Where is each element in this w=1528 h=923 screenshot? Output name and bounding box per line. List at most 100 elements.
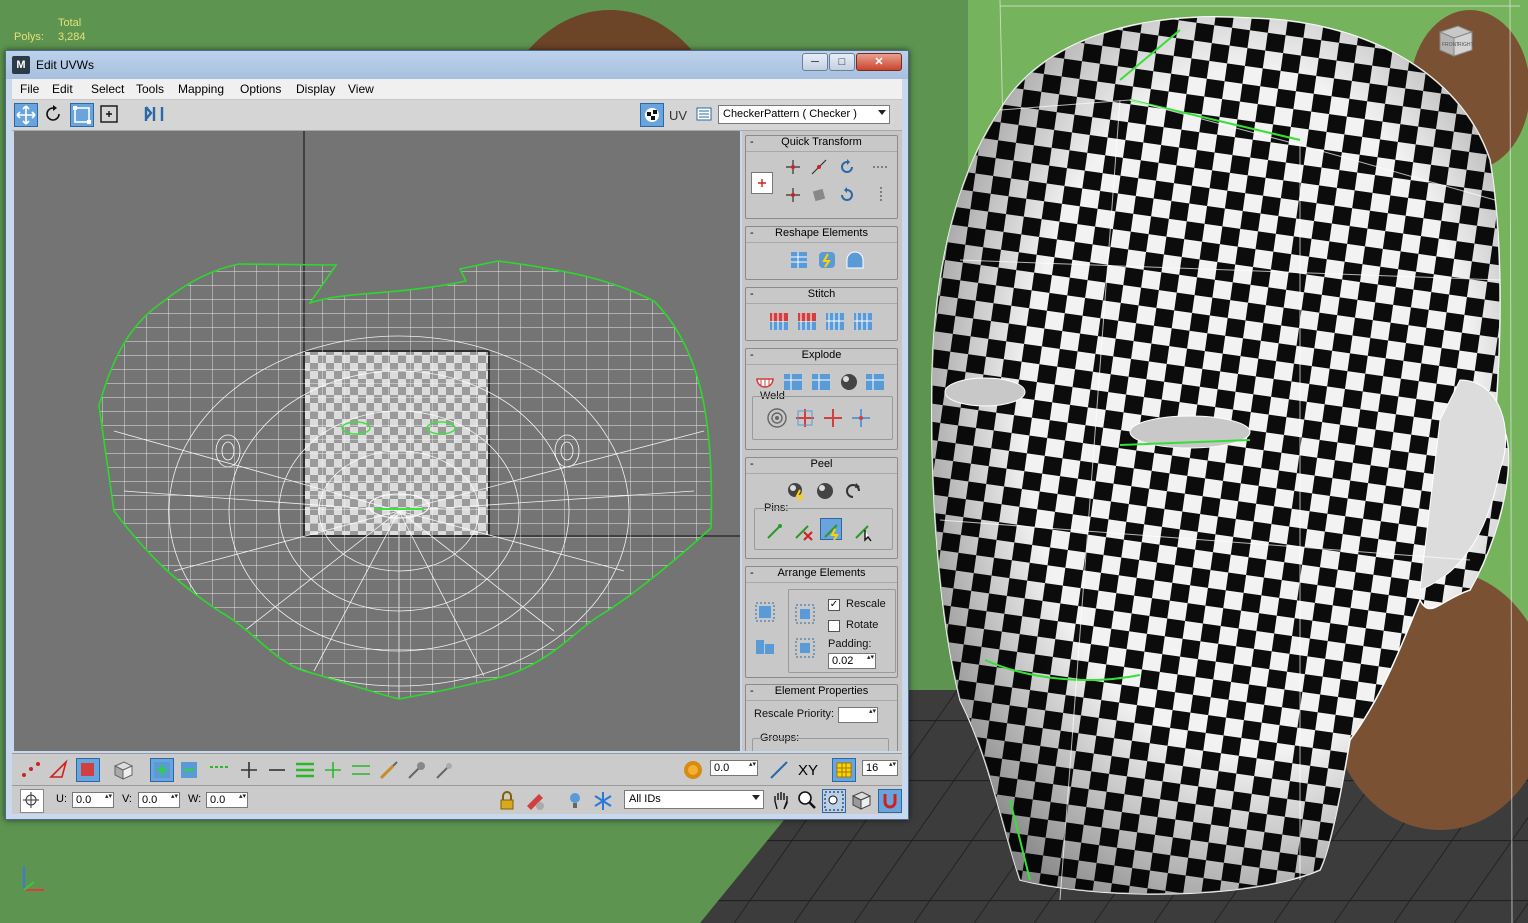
reshape-elements-header[interactable]: - Reshape Elements [746,227,897,243]
loop-grow-icon[interactable] [208,759,230,781]
peel-header[interactable]: - Peel [746,458,897,474]
weld-target-icon[interactable] [766,407,788,429]
zoom-extents-icon[interactable] [850,789,872,811]
stitch-custom-icon[interactable] [768,310,790,332]
v-spinner[interactable]: 0.0 [138,792,180,808]
pack-recenter-icon[interactable] [794,637,816,659]
align-vertical-icon[interactable] [782,184,804,206]
mirror-tool-icon[interactable] [142,103,166,127]
flatten-by-material-icon[interactable] [838,371,860,393]
space-horizontal-icon[interactable] [870,156,892,178]
window-titlebar[interactable]: M Edit UVWs ─ □ ✕ [6,51,908,79]
menu-select[interactable]: Select [91,82,124,96]
menu-display[interactable]: Display [296,82,335,96]
close-button[interactable]: ✕ [856,53,902,71]
edit-pins-icon[interactable] [820,518,842,541]
flatten-by-smoothing-icon[interactable] [810,371,832,393]
soft-selection-icon[interactable] [682,759,704,781]
straighten-icon[interactable] [788,249,810,271]
shrink-selection-icon[interactable] [178,759,200,781]
flatten-by-polygon-icon[interactable] [782,371,804,393]
rotate-minus-icon[interactable] [836,184,858,206]
menu-tools[interactable]: Tools [136,82,164,96]
loop-shrink-icon[interactable] [350,759,372,781]
pivot-icon[interactable] [751,172,773,194]
ring-shrink-icon[interactable] [266,759,288,781]
u-spinner[interactable]: 0.0 [72,792,114,808]
element-mode-icon[interactable] [112,759,134,781]
edge-mode-icon[interactable] [48,759,70,781]
flatten-icon[interactable] [864,371,886,393]
paint-select-icon[interactable] [378,759,400,781]
ring-grow-icon[interactable] [238,759,260,781]
checker-display-icon[interactable] [640,103,664,127]
align-to-edge-icon[interactable] [808,184,830,206]
zoom-region-icon[interactable] [822,789,846,813]
rotate-checkbox[interactable] [828,620,840,632]
freeform-tool-icon[interactable] [98,103,122,127]
weld-edge-icon[interactable] [850,407,872,429]
zoom-icon[interactable] [796,789,818,811]
snap-toggle-icon[interactable] [878,789,902,813]
grid-size-spinner[interactable]: 16 [862,760,898,776]
maximize-button[interactable]: □ [829,53,855,71]
uv-editor-viewport[interactable] [14,131,740,751]
element-properties-header[interactable]: - Element Properties [746,685,897,701]
stitch-to-target-icon[interactable] [852,310,874,332]
menu-mapping[interactable]: Mapping [178,82,224,96]
rotate-plus-icon[interactable] [836,156,858,178]
space-vertical-icon[interactable] [870,184,892,206]
hide-icon[interactable] [524,790,546,812]
pack-normalize-icon[interactable] [754,601,776,623]
grow-selection-icon[interactable] [150,758,174,782]
circularize-icon[interactable] [844,249,866,271]
loop-icon[interactable] [294,759,316,781]
reset-peel-icon[interactable] [842,480,864,502]
paint-grow-icon[interactable] [406,759,428,781]
xy-label[interactable]: XY [798,762,818,779]
material-ids-dropdown[interactable]: All IDs [624,790,764,809]
menu-options[interactable]: Options [240,82,281,96]
weld-all-icon[interactable] [822,407,844,429]
ring-icon[interactable] [322,759,344,781]
relax-icon[interactable] [816,249,838,271]
polygon-mode-icon[interactable] [76,758,100,782]
grid-snap-icon[interactable] [832,758,856,782]
arrange-elements-header[interactable]: - Arrange Elements [746,567,897,583]
texture-list-icon[interactable] [694,103,714,127]
pack-together-icon[interactable] [754,635,776,657]
padding-spinner[interactable]: 0.02 [828,653,876,669]
move-tool-icon[interactable] [14,103,38,127]
menu-file[interactable]: File [20,82,39,96]
paint-shrink-icon[interactable] [434,759,456,781]
pan-icon[interactable] [770,789,792,811]
align-diagonal-icon[interactable] [808,156,830,178]
pin-selected-icon[interactable] [764,520,786,542]
quick-transform-header[interactable]: - Quick Transform [746,136,897,152]
lock-icon[interactable] [496,790,518,812]
peel-mode-icon[interactable] [814,480,836,502]
pack-custom-icon[interactable] [794,603,816,625]
unpin-selected-icon[interactable] [792,520,814,542]
soft-selection-spinner[interactable]: 0.0 [710,760,758,776]
rescale-priority-spinner[interactable] [838,707,878,723]
show-icon[interactable] [564,790,586,812]
minimize-button[interactable]: ─ [802,53,828,71]
scale-tool-icon[interactable] [70,103,94,127]
stitch-average-icon[interactable] [824,310,846,332]
freeze-icon[interactable] [592,790,614,812]
stitch-header[interactable]: - Stitch [746,288,897,304]
align-horizontal-icon[interactable] [782,156,804,178]
w-spinner[interactable]: 0.0 [206,792,248,808]
rescale-checkbox[interactable]: ✓ [828,599,840,611]
vertex-mode-icon[interactable] [20,759,42,781]
auto-pin-icon[interactable] [852,520,874,542]
explode-header[interactable]: - Explode [746,349,897,365]
absolute-offset-icon[interactable] [20,789,44,813]
stitch-to-source-icon[interactable] [796,310,818,332]
rotate-tool-icon[interactable] [42,103,66,127]
menu-edit[interactable]: Edit [52,82,73,96]
viewcube-icon[interactable]: FRONT RIGHT [1432,20,1476,60]
quick-peel-icon[interactable] [786,480,808,502]
weld-selected-icon[interactable] [794,407,816,429]
